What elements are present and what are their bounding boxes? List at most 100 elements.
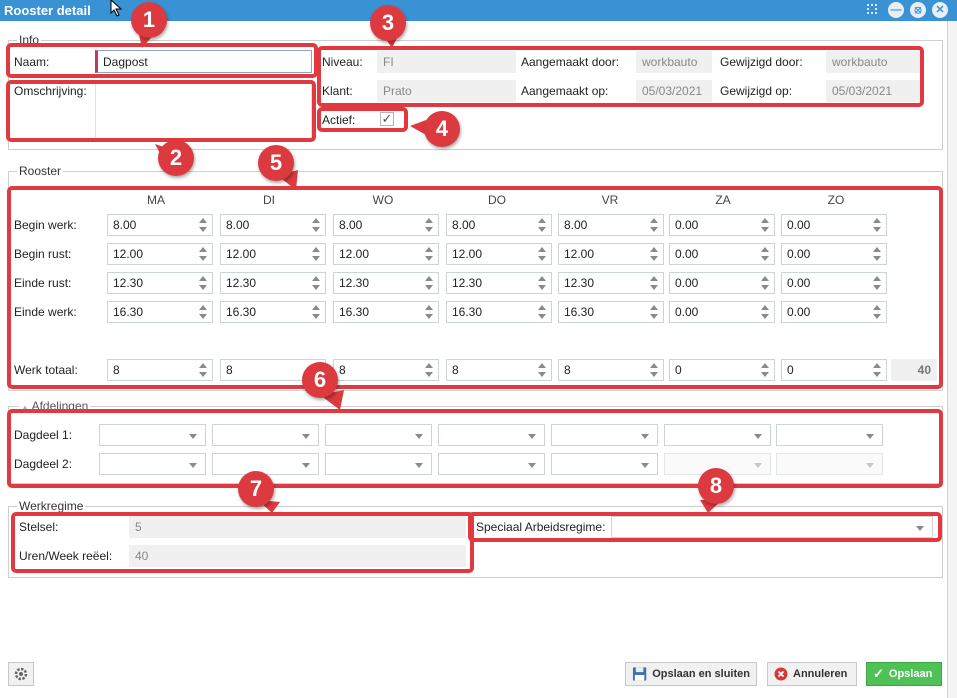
spinner-arrows-icon[interactable] bbox=[538, 305, 547, 319]
stelsel-field: 5 bbox=[129, 516, 466, 538]
spinner-arrows-icon[interactable] bbox=[650, 363, 659, 377]
spinner-arrows-icon[interactable] bbox=[538, 218, 547, 232]
begin-rust-vr-input[interactable]: 12.00 bbox=[558, 243, 664, 265]
einde-werk-vr-input[interactable]: 16.30 bbox=[558, 301, 664, 323]
minimize-icon[interactable]: — bbox=[888, 2, 904, 18]
spinner-arrows-icon[interactable] bbox=[650, 247, 659, 261]
spinner-arrows-icon[interactable] bbox=[538, 276, 547, 290]
einde-rust-do-input[interactable]: 12.30 bbox=[446, 272, 552, 294]
spinner-arrows-icon[interactable] bbox=[312, 305, 321, 319]
spinner-arrows-icon[interactable] bbox=[650, 305, 659, 319]
spinner-arrows-icon[interactable] bbox=[312, 276, 321, 290]
spinner-arrows-icon[interactable] bbox=[538, 247, 547, 261]
werk-totaal-wo-input[interactable]: 8 bbox=[333, 359, 439, 381]
day-header-wo: WO bbox=[372, 193, 394, 207]
einde-werk-zo-input[interactable]: 0.00 bbox=[781, 301, 887, 323]
save-and-close-label: Opslaan en sluiten bbox=[652, 668, 750, 680]
close-icon[interactable]: ✕ bbox=[932, 2, 948, 18]
spinner-arrows-icon[interactable] bbox=[538, 363, 547, 377]
save-and-close-button[interactable]: Opslaan en sluiten bbox=[625, 662, 757, 686]
cancel-button[interactable]: Annuleren bbox=[767, 662, 857, 686]
dagdeel1-za-select[interactable] bbox=[664, 424, 771, 446]
werk-totaal-do-input[interactable]: 8 bbox=[446, 359, 552, 381]
spinner-arrows-icon[interactable] bbox=[873, 363, 882, 377]
spinner-arrows-icon[interactable] bbox=[199, 305, 208, 319]
spinner-arrows-icon[interactable] bbox=[199, 218, 208, 232]
werk-totaal-vr-input[interactable]: 8 bbox=[558, 359, 664, 381]
spinner-arrows-icon[interactable] bbox=[761, 247, 770, 261]
begin-werk-wo-input[interactable]: 8.00 bbox=[333, 214, 439, 236]
dagdeel1-zo-select[interactable] bbox=[776, 424, 883, 446]
werk-totaal-zo-input[interactable]: 0 bbox=[781, 359, 887, 381]
maximize-icon[interactable]: ⦻ bbox=[910, 2, 926, 18]
begin-rust-zo-input[interactable]: 0.00 bbox=[781, 243, 887, 265]
spinner-arrows-icon[interactable] bbox=[873, 218, 882, 232]
dagdeel1-wo-select[interactable] bbox=[325, 424, 432, 446]
dagdeel2-di-select[interactable] bbox=[212, 453, 319, 475]
dagdeel1-di-select[interactable] bbox=[212, 424, 319, 446]
spinner-arrows-icon[interactable] bbox=[761, 276, 770, 290]
spinner-arrows-icon[interactable] bbox=[873, 276, 882, 290]
spinner-arrows-icon[interactable] bbox=[199, 363, 208, 377]
spinner-arrows-icon[interactable] bbox=[761, 363, 770, 377]
begin-werk-do-input[interactable]: 8.00 bbox=[446, 214, 552, 236]
save-button[interactable]: ✓ Opslaan bbox=[866, 662, 942, 686]
settings-button[interactable] bbox=[8, 662, 34, 686]
einde-rust-vr-input[interactable]: 12.30 bbox=[558, 272, 664, 294]
actief-checkbox[interactable]: ✓ bbox=[380, 112, 394, 126]
begin-werk-za-input[interactable]: 0.00 bbox=[669, 214, 775, 236]
spinner-arrows-icon[interactable] bbox=[199, 276, 208, 290]
dagdeel1-do-select[interactable] bbox=[438, 424, 545, 446]
einde-werk-wo-input[interactable]: 16.30 bbox=[333, 301, 439, 323]
spinner-arrows-icon[interactable] bbox=[425, 276, 434, 290]
spinner-arrows-icon[interactable] bbox=[873, 305, 882, 319]
spinner-arrows-icon[interactable] bbox=[425, 305, 434, 319]
einde-werk-di-input[interactable]: 16.30 bbox=[220, 301, 326, 323]
naam-label: Naam: bbox=[14, 55, 50, 69]
begin-werk-ma-input[interactable]: 8.00 bbox=[107, 214, 213, 236]
dagdeel2-vr-select[interactable] bbox=[551, 453, 658, 475]
spinner-arrows-icon[interactable] bbox=[425, 247, 434, 261]
einde-werk-za-input[interactable]: 0.00 bbox=[669, 301, 775, 323]
dagdeel2-ma-select[interactable] bbox=[99, 453, 206, 475]
collapse-triangle-icon[interactable]: ▲ bbox=[21, 403, 29, 412]
spinner-arrows-icon[interactable] bbox=[873, 247, 882, 261]
spinner-arrows-icon[interactable] bbox=[761, 305, 770, 319]
begin-werk-zo-input[interactable]: 0.00 bbox=[781, 214, 887, 236]
einde-rust-za-input[interactable]: 0.00 bbox=[669, 272, 775, 294]
dagdeel1-vr-select[interactable] bbox=[551, 424, 658, 446]
dagdeel2-do-select[interactable] bbox=[438, 453, 545, 475]
naam-input[interactable]: Dagpost bbox=[95, 50, 312, 73]
begin-rust-di-input[interactable]: 12.00 bbox=[220, 243, 326, 265]
werk-totaal-ma-input[interactable]: 8 bbox=[107, 359, 213, 381]
begin-werk-di-input[interactable]: 8.00 bbox=[220, 214, 326, 236]
einde-rust-wo-input[interactable]: 12.30 bbox=[333, 272, 439, 294]
einde-werk-ma-input[interactable]: 16.30 bbox=[107, 301, 213, 323]
speciaal-arbeidsregime-select[interactable] bbox=[611, 516, 933, 538]
spinner-arrows-icon[interactable] bbox=[312, 218, 321, 232]
dagdeel1-ma-select[interactable] bbox=[99, 424, 206, 446]
spinner-arrows-icon[interactable] bbox=[761, 218, 770, 232]
einde-werk-do-input[interactable]: 16.30 bbox=[446, 301, 552, 323]
spinner-arrows-icon[interactable] bbox=[425, 218, 434, 232]
omschrijving-textarea[interactable] bbox=[95, 81, 312, 139]
spinner-arrows-icon[interactable] bbox=[425, 363, 434, 377]
einde-rust-di-input[interactable]: 12.30 bbox=[220, 272, 326, 294]
dagdeel2-wo-select[interactable] bbox=[325, 453, 432, 475]
begin-rust-za-input[interactable]: 0.00 bbox=[669, 243, 775, 265]
werk-totaal-za-input[interactable]: 0 bbox=[669, 359, 775, 381]
begin-rust-wo-input[interactable]: 12.00 bbox=[333, 243, 439, 265]
begin-werk-vr-input[interactable]: 8.00 bbox=[558, 214, 664, 236]
grip-icon[interactable] bbox=[867, 4, 881, 16]
spinner-arrows-icon[interactable] bbox=[199, 247, 208, 261]
spinner-arrows-icon[interactable] bbox=[650, 276, 659, 290]
cell-value: 8.00 bbox=[339, 218, 363, 232]
cell-value: 16.30 bbox=[113, 305, 144, 319]
begin-rust-ma-input[interactable]: 12.00 bbox=[107, 243, 213, 265]
save-label: Opslaan bbox=[888, 668, 933, 680]
einde-rust-zo-input[interactable]: 0.00 bbox=[781, 272, 887, 294]
spinner-arrows-icon[interactable] bbox=[312, 247, 321, 261]
begin-rust-do-input[interactable]: 12.00 bbox=[446, 243, 552, 265]
einde-rust-ma-input[interactable]: 12.30 bbox=[107, 272, 213, 294]
spinner-arrows-icon[interactable] bbox=[650, 218, 659, 232]
